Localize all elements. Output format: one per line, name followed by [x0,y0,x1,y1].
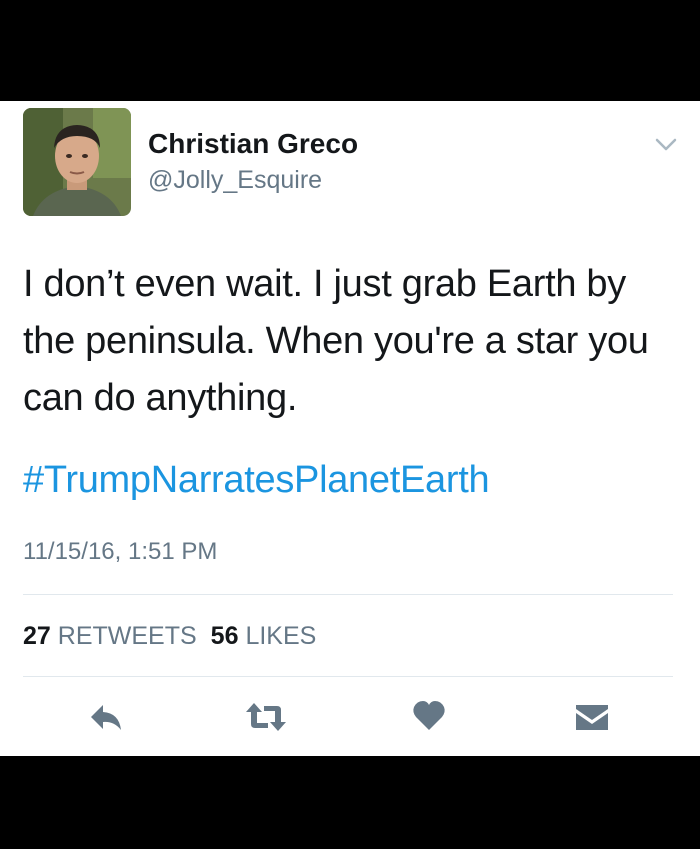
like-icon[interactable] [412,700,446,737]
retweets-stat[interactable]: 27 RETWEETS [23,622,197,650]
tweet-stats: 27 RETWEETS 56 LIKES [23,622,316,651]
likes-count: 56 [210,622,239,650]
user-name[interactable]: Christian Greco [148,128,358,160]
likes-stat[interactable]: 56 LIKES [211,622,317,650]
message-icon[interactable] [574,700,610,739]
retweets-count: 27 [23,622,51,650]
likes-label: LIKES [245,622,317,650]
retweet-icon[interactable] [244,700,288,739]
divider [23,594,673,595]
retweets-label: RETWEETS [57,622,197,650]
divider [23,676,673,677]
tweet-timestamp: 11/15/16, 1:51 PM [23,538,218,565]
tweet-text: I don’t even wait. I just grab Earth by … [23,263,649,419]
reply-icon[interactable] [88,700,124,739]
chevron-down-icon[interactable] [655,138,677,157]
user-handle[interactable]: @Jolly_Esquire [148,166,322,195]
hashtag-link[interactable]: #TrumpNarratesPlanetEarth [23,459,490,502]
avatar[interactable] [23,108,131,216]
